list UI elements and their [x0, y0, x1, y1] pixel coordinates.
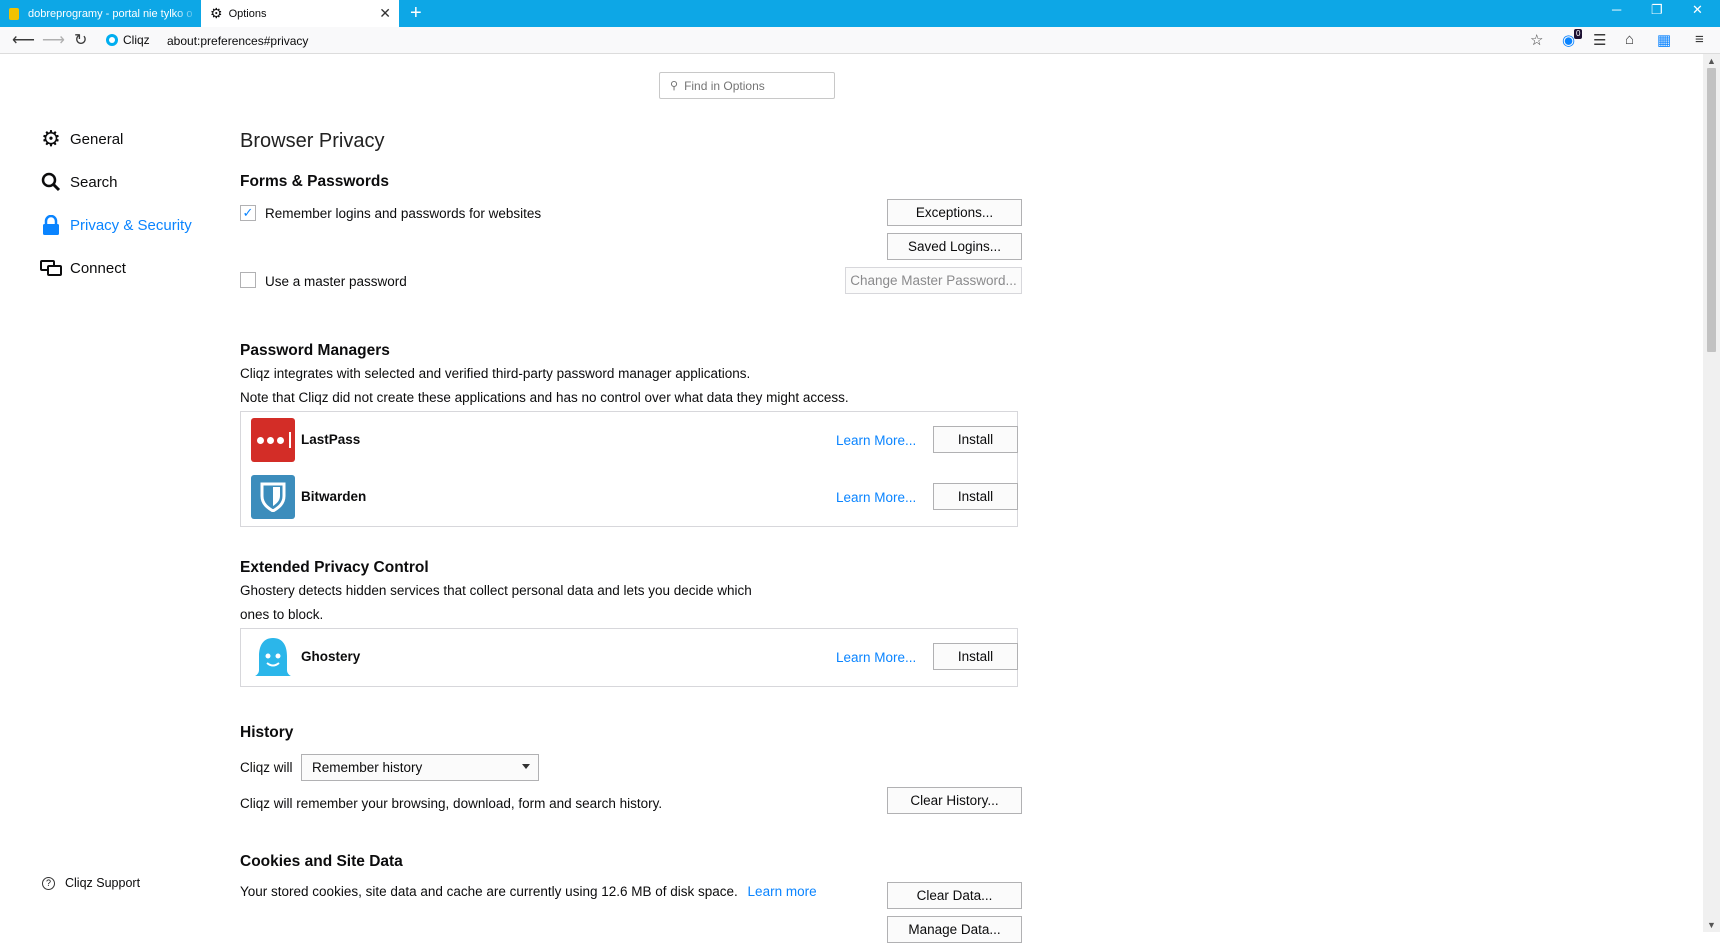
password-managers-desc2: Note that Cliqz did not create these app… — [240, 390, 849, 405]
category-privacy-security[interactable]: Privacy & Security — [40, 214, 192, 236]
history-heading: History — [240, 724, 294, 741]
clear-data-button[interactable]: Clear Data... — [887, 882, 1022, 909]
gift-icon[interactable]: ▦ — [1657, 31, 1671, 49]
navigation-toolbar: ⟵ ⟶ ↻ Cliqz about:preferences#privacy ☆ … — [0, 27, 1720, 54]
back-icon[interactable]: ⟵ — [12, 30, 35, 50]
tab-options[interactable]: ⚙ Options ✕ — [201, 0, 399, 27]
list-item: Ghostery Learn More... Install — [251, 635, 1018, 679]
identity-label: Cliqz — [123, 33, 150, 47]
minimize-window-button[interactable]: ─ — [1612, 2, 1621, 17]
lock-icon — [40, 214, 62, 236]
list-item: LastPass Learn More... Install — [251, 418, 1018, 462]
home-icon[interactable]: ⌂ — [1625, 31, 1634, 48]
bitwarden-install-button[interactable]: Install — [933, 483, 1018, 510]
bitwarden-name: Bitwarden — [301, 489, 367, 504]
ghostery-badge: 0 — [1574, 29, 1583, 39]
cliqz-logo-icon — [106, 34, 118, 46]
category-label: Connect — [70, 259, 126, 277]
tab-dobreprogramy[interactable]: dobreprogramy - portal nie tylko o — [0, 0, 201, 27]
password-managers-desc1: Cliqz integrates with selected and verif… — [240, 366, 751, 381]
clear-history-button[interactable]: Clear History... — [887, 787, 1022, 814]
url-bar[interactable]: about:preferences#privacy — [167, 34, 308, 48]
dropdown-arrow-icon — [522, 764, 530, 769]
lastpass-name: LastPass — [301, 432, 361, 447]
gear-icon: ⚙ — [41, 126, 61, 151]
category-label: Search — [70, 173, 118, 191]
help-icon: ? — [42, 876, 55, 890]
saved-logins-button[interactable]: Saved Logins... — [887, 233, 1022, 260]
category-search[interactable]: Search — [40, 171, 118, 193]
password-managers-card: LastPass Learn More... Install Bitwarden… — [240, 411, 1018, 527]
history-will-label: Cliqz will — [240, 760, 293, 775]
manage-data-button[interactable]: Manage Data... — [887, 916, 1022, 943]
gear-icon: ⚙ — [210, 5, 223, 21]
bookmark-star-icon[interactable]: ☆ — [1530, 31, 1543, 49]
site-identity[interactable]: Cliqz — [106, 33, 150, 47]
bitwarden-learn-more-link[interactable]: Learn More... — [836, 490, 916, 505]
ghostery-learn-more-link[interactable]: Learn More... — [836, 650, 916, 665]
close-window-button[interactable]: ✕ — [1692, 2, 1703, 18]
page-title: Browser Privacy — [240, 130, 385, 152]
extended-privacy-desc1: Ghostery detects hidden services that co… — [240, 583, 752, 598]
ghostery-card: Ghostery Learn More... Install — [240, 628, 1018, 687]
change-master-password-button[interactable]: Change Master Password... — [845, 267, 1022, 294]
forms-passwords-heading: Forms & Passwords — [240, 173, 390, 190]
search-icon — [40, 171, 62, 193]
reload-icon[interactable]: ↻ — [74, 30, 87, 50]
scroll-up-icon[interactable]: ▲ — [1707, 56, 1716, 66]
password-managers-heading: Password Managers — [240, 342, 390, 359]
history-desc: Cliqz will remember your browsing, downl… — [240, 796, 663, 811]
bookmarks-list-icon[interactable]: ☰ — [1593, 31, 1606, 49]
remember-logins-label[interactable]: Remember logins and passwords for websit… — [265, 206, 541, 221]
lastpass-install-button[interactable]: Install — [933, 426, 1018, 453]
cookies-desc: Your stored cookies, site data and cache… — [240, 884, 817, 899]
extended-privacy-heading: Extended Privacy Control — [240, 559, 429, 576]
cookies-desc-text: Your stored cookies, site data and cache… — [240, 884, 738, 899]
restore-window-button[interactable]: ❐ — [1651, 2, 1663, 18]
ghostery-install-button[interactable]: Install — [933, 643, 1018, 670]
list-item: Bitwarden Learn More... Install — [251, 475, 1018, 519]
support-label: Cliqz Support — [65, 876, 141, 890]
bitwarden-logo-icon — [251, 475, 295, 519]
dobreprogramy-favicon-icon — [9, 7, 19, 20]
forward-icon[interactable]: ⟶ — [42, 30, 65, 50]
category-label: Privacy & Security — [70, 216, 192, 234]
lastpass-logo-icon — [251, 418, 295, 462]
menu-icon[interactable]: ≡ — [1695, 31, 1704, 48]
cookies-heading: Cookies and Site Data — [240, 853, 403, 870]
new-tab-button[interactable]: + — [410, 2, 422, 25]
master-password-checkbox[interactable] — [240, 272, 256, 288]
category-label: General — [70, 130, 124, 148]
scrollbar-thumb[interactable] — [1707, 68, 1716, 352]
tab-label: Options — [228, 7, 267, 20]
find-in-options-input[interactable] — [682, 77, 827, 94]
cliqz-support-link[interactable]: ? Cliqz Support — [42, 876, 140, 890]
connect-icon — [40, 257, 62, 279]
category-general[interactable]: ⚙ General — [40, 126, 124, 151]
find-in-options[interactable]: ⚲ — [659, 72, 835, 99]
tab-label: dobreprogramy - portal nie tylko o — [28, 7, 193, 20]
tab-bar: dobreprogramy - portal nie tylko o ⚙ Opt… — [0, 0, 1720, 27]
lastpass-learn-more-link[interactable]: Learn More... — [836, 433, 916, 448]
master-password-label[interactable]: Use a master password — [265, 274, 407, 289]
ghostery-logo-icon — [251, 635, 295, 679]
search-icon: ⚲ — [670, 80, 679, 92]
page-scrollbar[interactable]: ▲ ▼ — [1703, 54, 1720, 932]
history-mode-value: Remember history — [312, 760, 423, 775]
ghostery-name: Ghostery — [301, 649, 361, 664]
extended-privacy-desc2: ones to block. — [240, 607, 324, 622]
remember-logins-checkbox[interactable]: ✓ — [240, 205, 256, 221]
scroll-down-icon[interactable]: ▼ — [1707, 920, 1716, 930]
exceptions-button[interactable]: Exceptions... — [887, 199, 1022, 226]
category-connect[interactable]: Connect — [40, 257, 126, 279]
close-tab-icon[interactable]: ✕ — [379, 5, 391, 22]
cookies-learn-more-link[interactable]: Learn more — [748, 884, 817, 899]
history-mode-select[interactable]: Remember history — [301, 754, 539, 781]
